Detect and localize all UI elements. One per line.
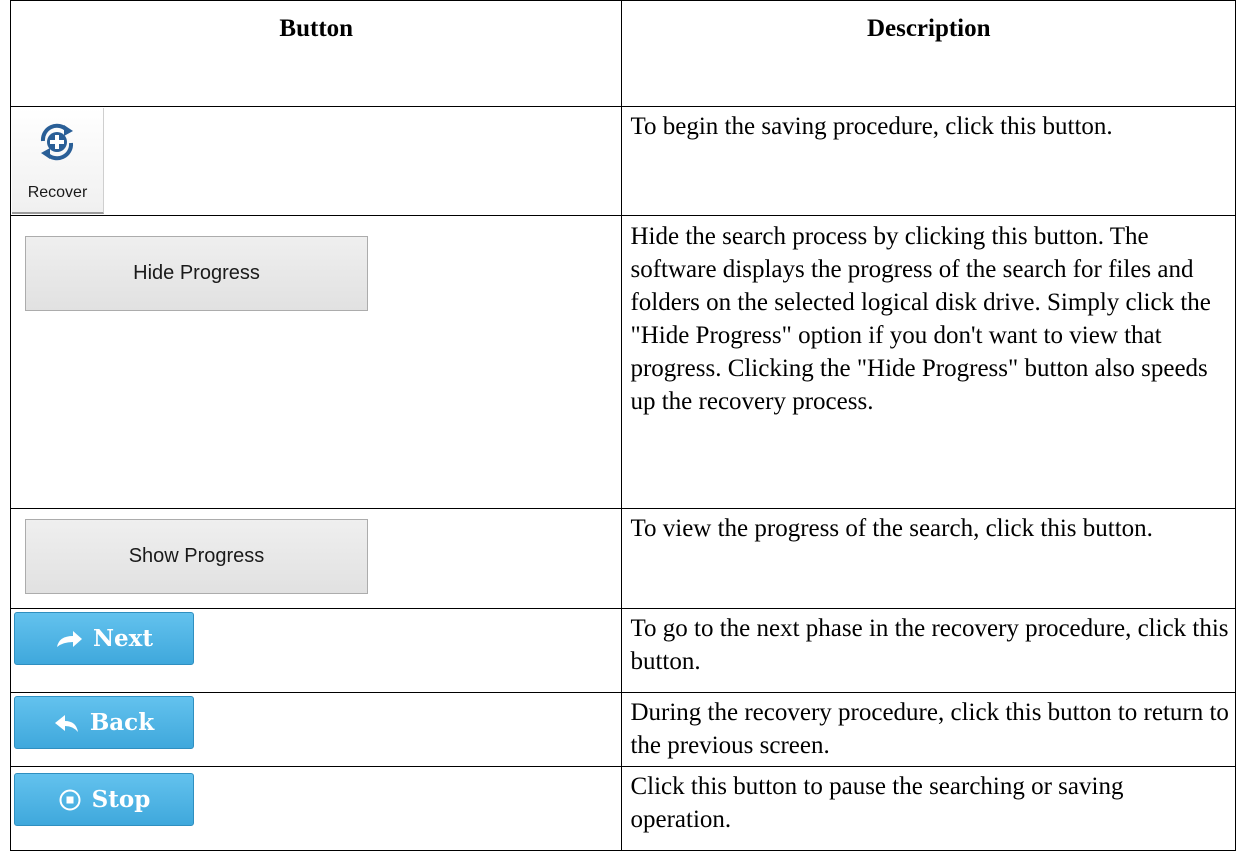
next-button-label: Next [93,625,153,652]
row-description: To view the progress of the search, clic… [630,515,1153,542]
recover-icon [40,123,74,161]
button-cell: Hide Progress [9,215,623,509]
header-description: Description [621,0,1236,107]
hide-progress-button[interactable]: Hide Progress [25,236,368,311]
table-header-row: Button Description [9,0,1236,107]
table-row: Show Progress To view the progress of th… [9,508,1236,609]
table-row: Hide Progress Hide the search process by… [9,215,1236,509]
button-cell: Recover [9,106,623,216]
description-cell: To view the progress of the search, clic… [621,508,1236,609]
description-cell: During the recovery procedure, click thi… [621,692,1236,767]
stop-icon [59,789,81,810]
description-cell: To begin the saving procedure, click thi… [621,106,1236,216]
stop-button[interactable]: Stop [14,773,194,826]
arrow-right-icon [57,630,82,647]
table-row: Back During the recovery procedure, clic… [9,692,1236,767]
description-cell: Hide the search process by clicking this… [621,215,1236,509]
recover-button[interactable]: Recover [12,108,104,214]
next-button[interactable]: Next [14,612,194,665]
description-cell: Click this button to pause the searching… [621,766,1236,851]
button-cell: Back [9,692,623,767]
back-button-label: Back [89,709,155,736]
header-button: Button [9,0,623,107]
table-row: Stop Click this button to pause the sear… [9,766,1236,851]
description-cell: To go to the next phase in the recovery … [621,608,1236,693]
stop-button-label: Stop [91,786,151,813]
row-description: During the recovery procedure, click thi… [630,699,1229,759]
buttons-table: Button Description Recover To begin the … [9,0,1236,851]
row-description: Click this button to pause the searching… [630,773,1124,833]
row-description: To go to the next phase in the recovery … [630,615,1229,675]
arrow-back-icon [54,714,78,732]
row-description: Hide the search process by clicking this… [630,223,1211,415]
button-cell: Stop [9,766,623,851]
row-description: To begin the saving procedure, click thi… [630,113,1113,140]
back-button[interactable]: Back [14,696,194,749]
button-cell: Next [9,608,623,693]
table-row: Recover To begin the saving procedure, c… [9,106,1236,216]
table-row: Next To go to the next phase in the reco… [9,608,1236,693]
recover-button-label: Recover [27,184,88,201]
button-cell: Show Progress [9,508,623,609]
show-progress-button[interactable]: Show Progress [25,519,368,594]
